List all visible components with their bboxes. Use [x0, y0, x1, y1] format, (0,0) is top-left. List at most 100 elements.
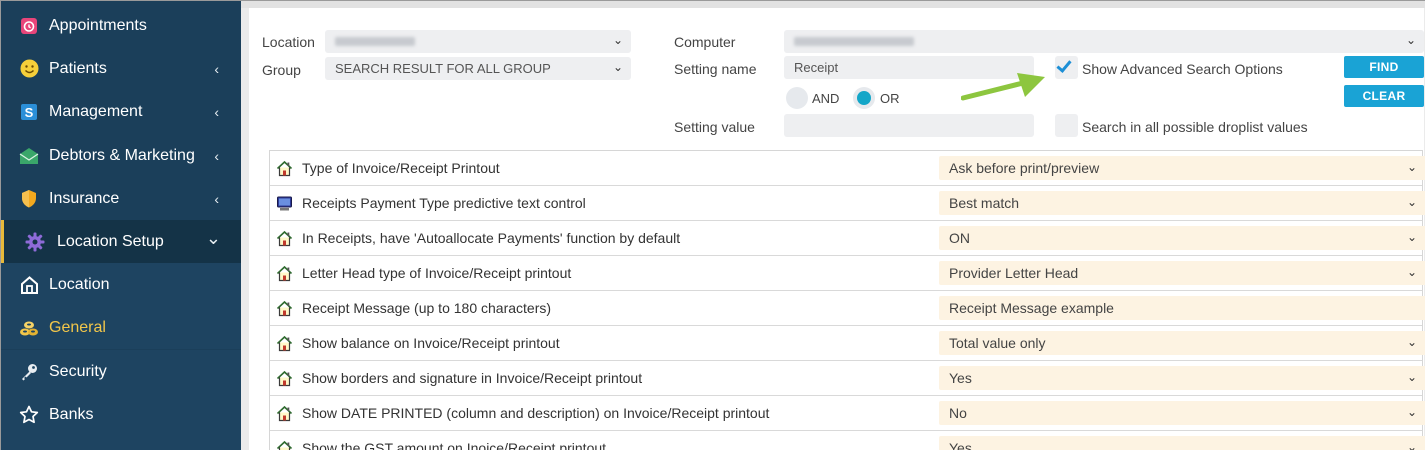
setting-value-field[interactable]: Receipt Message example: [939, 296, 1425, 320]
chevron-down-icon: ⌄: [1406, 230, 1417, 244]
sidebar-item-debtors-marketing[interactable]: Debtors & Marketing ‹: [1, 134, 241, 177]
setting-value: Ask before print/preview: [949, 160, 1100, 176]
setting-value-field[interactable]: No ⌄: [939, 401, 1425, 425]
sidebar-item-management[interactable]: S Management ‹: [1, 90, 241, 133]
setting-value-field[interactable]: Yes ⌄: [939, 436, 1425, 450]
star-icon: [19, 405, 39, 425]
setting-value-field[interactable]: Ask before print/preview ⌄: [939, 156, 1425, 180]
chevron-down-icon: ⌄: [205, 228, 221, 248]
setting-value-field[interactable]: Total value only ⌄: [939, 331, 1425, 355]
sidebar-item-security[interactable]: Security: [1, 350, 241, 393]
chevron-down-icon: ⌄: [1406, 370, 1417, 384]
setting-label: Show balance on Invoice/Receipt printout: [302, 335, 560, 351]
setting-value: Best match: [949, 195, 1020, 211]
key-icon: [19, 362, 39, 382]
sidebar-item-more[interactable]: [1, 436, 241, 450]
setting-label: Show borders and signature in Invoice/Re…: [302, 370, 643, 386]
location-label: Location: [262, 34, 315, 50]
setting-value-field[interactable]: ON ⌄: [939, 226, 1425, 250]
computer-icon: [276, 195, 293, 212]
droplist-search-checkbox[interactable]: [1055, 114, 1078, 137]
setting-value-input[interactable]: [784, 114, 1034, 137]
chevron-left-icon: ‹: [214, 147, 219, 164]
sidebar-item-label: Security: [49, 362, 107, 380]
setting-value: ON: [949, 230, 970, 246]
sidebar-item-label: Appointments: [49, 16, 147, 34]
chevron-down-icon: ⌄: [1406, 405, 1417, 419]
table-row: Type of Invoice/Receipt Printout Ask bef…: [270, 151, 1425, 186]
setting-label: Letter Head type of Invoice/Receipt prin…: [302, 265, 572, 281]
svg-text:S: S: [25, 105, 34, 120]
computer-label: Computer: [674, 34, 736, 50]
house-icon: [276, 265, 293, 282]
setting-value-field[interactable]: Provider Letter Head ⌄: [939, 261, 1425, 285]
sidebar-item-label: Location: [49, 275, 110, 293]
settings-table: Type of Invoice/Receipt Printout Ask bef…: [269, 150, 1425, 450]
sidebar-item-banks[interactable]: Banks: [1, 393, 241, 436]
setting-name-value: Receipt: [794, 60, 839, 75]
setting-value-field[interactable]: Yes ⌄: [939, 366, 1425, 390]
calendar-icon: [19, 16, 39, 36]
and-radio[interactable]: [786, 87, 808, 109]
computer-value-redacted: [794, 37, 914, 46]
setting-label: Show DATE PRINTED (column and descriptio…: [302, 405, 770, 421]
house-icon: [276, 405, 293, 422]
annotation-arrow-icon: [961, 73, 1045, 101]
chevron-down-icon: ⌄: [1406, 195, 1417, 209]
chevron-left-icon: ‹: [214, 190, 219, 207]
setting-label: Receipts Payment Type predictive text co…: [302, 195, 586, 211]
table-row: Show DATE PRINTED (column and descriptio…: [270, 396, 1425, 431]
clear-button[interactable]: CLEAR: [1344, 85, 1424, 107]
chevron-down-icon: ⌄: [1406, 160, 1417, 174]
chevron-left-icon: ‹: [214, 103, 219, 120]
or-radio[interactable]: [853, 87, 875, 109]
sidebar-item-insurance[interactable]: Insurance ‹: [1, 177, 241, 220]
house-icon: [276, 440, 293, 450]
gear-icon: [25, 232, 45, 252]
sidebar-item-location[interactable]: Location: [1, 263, 241, 306]
house-icon: [276, 160, 293, 177]
setting-value: Provider Letter Head: [949, 265, 1079, 281]
table-row: Receipts Payment Type predictive text co…: [270, 186, 1425, 221]
computer-select[interactable]: ⌄: [784, 30, 1424, 53]
house-icon: [276, 300, 293, 317]
table-row: Show balance on Invoice/Receipt printout…: [270, 326, 1425, 361]
sidebar-item-appointments[interactable]: Appointments: [1, 4, 241, 47]
sidebar-item-label: Management: [49, 102, 143, 120]
setting-label: Type of Invoice/Receipt Printout: [302, 160, 500, 176]
top-bar: [241, 1, 1425, 8]
chevron-down-icon: ⌄: [1406, 265, 1417, 279]
chevron-down-icon: ⌄: [1406, 440, 1417, 450]
chevron-down-icon: ⌄: [612, 33, 623, 47]
group-select[interactable]: SEARCH RESULT FOR ALL GROUP ⌄: [325, 57, 631, 80]
house-icon: [276, 230, 293, 247]
setting-value: Receipt Message example: [949, 300, 1114, 316]
setting-label: Receipt Message (up to 180 characters): [302, 300, 552, 316]
setting-value: No: [949, 405, 967, 421]
setting-value-field[interactable]: Best match ⌄: [939, 191, 1425, 215]
sidebar-item-label: Insurance: [49, 189, 120, 207]
advanced-search-checkbox[interactable]: [1055, 56, 1078, 79]
location-select[interactable]: ⌄: [325, 30, 631, 53]
sidebar-item-patients[interactable]: Patients ‹: [1, 47, 241, 90]
sidebar: Appointments Patients ‹ S Management ‹ D…: [1, 1, 241, 450]
setting-value-label: Setting value: [674, 119, 755, 135]
sidebar-item-label: Patients: [49, 59, 107, 77]
group-label: Group: [262, 62, 301, 78]
chevron-down-icon: ⌄: [1405, 33, 1416, 47]
setting-value: Yes: [949, 370, 972, 386]
chevron-left-icon: ‹: [214, 60, 219, 77]
setting-label: In Receipts, have 'Autoallocate Payments…: [302, 230, 681, 246]
find-button[interactable]: FIND: [1344, 56, 1424, 78]
coins-icon: [19, 318, 39, 338]
location-value-redacted: [335, 37, 415, 46]
sidebar-item-label: Banks: [49, 405, 94, 423]
sidebar-item-general[interactable]: General: [1, 306, 241, 349]
shield-icon: [19, 189, 39, 209]
envelope-icon: [19, 146, 39, 166]
sidebar-item-location-setup[interactable]: Location Setup ⌄: [1, 220, 241, 263]
checkmark-icon: [1056, 57, 1072, 73]
sidebar-item-label: General: [49, 318, 106, 336]
setting-value: Total value only: [949, 335, 1046, 351]
droplist-search-label: Search in all possible droplist values: [1082, 119, 1308, 135]
